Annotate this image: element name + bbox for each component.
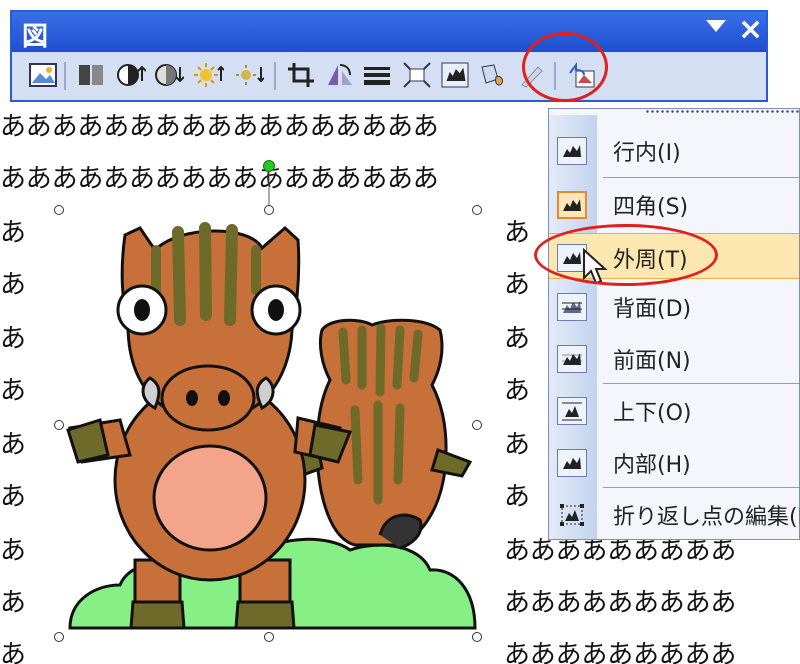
more-brightness-icon [194,63,224,87]
text-wrapping-button[interactable] [438,58,472,92]
compress-pictures-button[interactable] [400,58,434,92]
toolbar-titlebar[interactable]: 図 × [12,12,766,52]
more-contrast-button[interactable] [114,58,148,92]
color-button[interactable] [74,58,108,92]
more-contrast-icon [117,64,146,86]
compress-pictures-icon [403,62,431,88]
menu-item-label: 行内(I) [613,141,681,166]
menu-item-in-front-of-text[interactable]: 前面(N) [549,335,799,381]
line-style-button[interactable] [360,58,394,92]
menu-item-label: 背面(D) [613,297,692,322]
rotate-left-button[interactable] [322,58,356,92]
toolbar-separator [274,62,276,90]
set-transparent-color-button[interactable] [514,58,548,92]
menu-item-behind-text[interactable]: 背面(D) [549,283,799,329]
menu-separator [603,383,799,384]
menu-grip[interactable] [645,109,800,115]
crop-icon [288,63,314,87]
resize-handle-top-left[interactable] [54,205,64,215]
picture-toolbar: 図 × [10,10,768,102]
color-icon [79,65,103,85]
insert-picture-button[interactable] [26,58,60,92]
text-wrapping-icon [441,62,469,88]
toolbar-separator [64,62,66,90]
in-front-of-text-icon [557,345,587,373]
inline-wrap-icon [557,137,587,165]
resize-handle-bottom-left[interactable] [54,632,64,642]
menu-item-square[interactable]: 四角(S) [549,181,799,227]
menu-item-label: 折り返し点の編集(E) [613,505,800,530]
toolbar-separator [554,62,556,90]
reset-picture-icon [569,62,595,88]
menu-item-label: 上下(O) [613,401,692,426]
text-wrapping-menu: 行内(I) 四角(S) 外周(T) 背面(D) 前面(N) 上下(O) 内部(H… [548,108,800,540]
resize-handle-top-right[interactable] [472,205,482,215]
toolbar-buttons [20,56,760,96]
toolbar-options-arrow-icon[interactable] [706,20,726,32]
more-brightness-button[interactable] [192,58,226,92]
edit-wrap-points-icon [557,501,587,529]
menu-item-label: 外周(T) [613,248,688,273]
mouse-cursor-icon [583,248,608,285]
resize-handle-top[interactable] [264,205,274,215]
menu-item-label: 前面(N) [613,349,691,374]
menu-item-label: 四角(S) [613,195,689,220]
less-contrast-button[interactable] [152,58,186,92]
menu-item-through[interactable]: 内部(H) [549,439,799,485]
behind-text-icon [557,293,587,321]
format-picture-button[interactable] [476,58,510,92]
crop-button[interactable] [284,58,318,92]
resize-handle-left[interactable] [54,420,64,430]
square-wrap-icon [557,191,587,219]
menu-item-label: 内部(H) [613,453,691,478]
line-style-icon [364,67,390,85]
insert-picture-icon [29,63,57,87]
less-brightness-button[interactable] [232,58,266,92]
reset-picture-button[interactable] [564,58,598,92]
document-area: あああああああああああああああああ あああああああああああああああああ あ あ … [0,0,800,664]
set-transparent-color-icon [521,66,543,88]
close-button[interactable]: × [738,12,763,47]
toolbar-title: 図 [22,22,49,52]
rotate-left-icon [328,64,352,85]
format-picture-icon [481,64,503,86]
menu-item-edit-wrap-points[interactable]: 折り返し点の編集(E) [549,491,800,537]
less-contrast-icon [155,64,184,86]
rotate-handle[interactable] [263,160,275,172]
menu-separator [603,177,799,178]
through-wrap-icon [557,449,587,477]
menu-item-inline[interactable]: 行内(I) [549,127,799,173]
resize-handle-right[interactable] [472,420,482,430]
menu-separator [603,487,799,488]
resize-handle-bottom[interactable] [264,632,274,642]
resize-handle-bottom-right[interactable] [472,632,482,642]
menu-item-top-bottom[interactable]: 上下(O) [549,387,799,433]
top-bottom-wrap-icon [557,397,587,425]
less-brightness-icon [236,65,264,85]
